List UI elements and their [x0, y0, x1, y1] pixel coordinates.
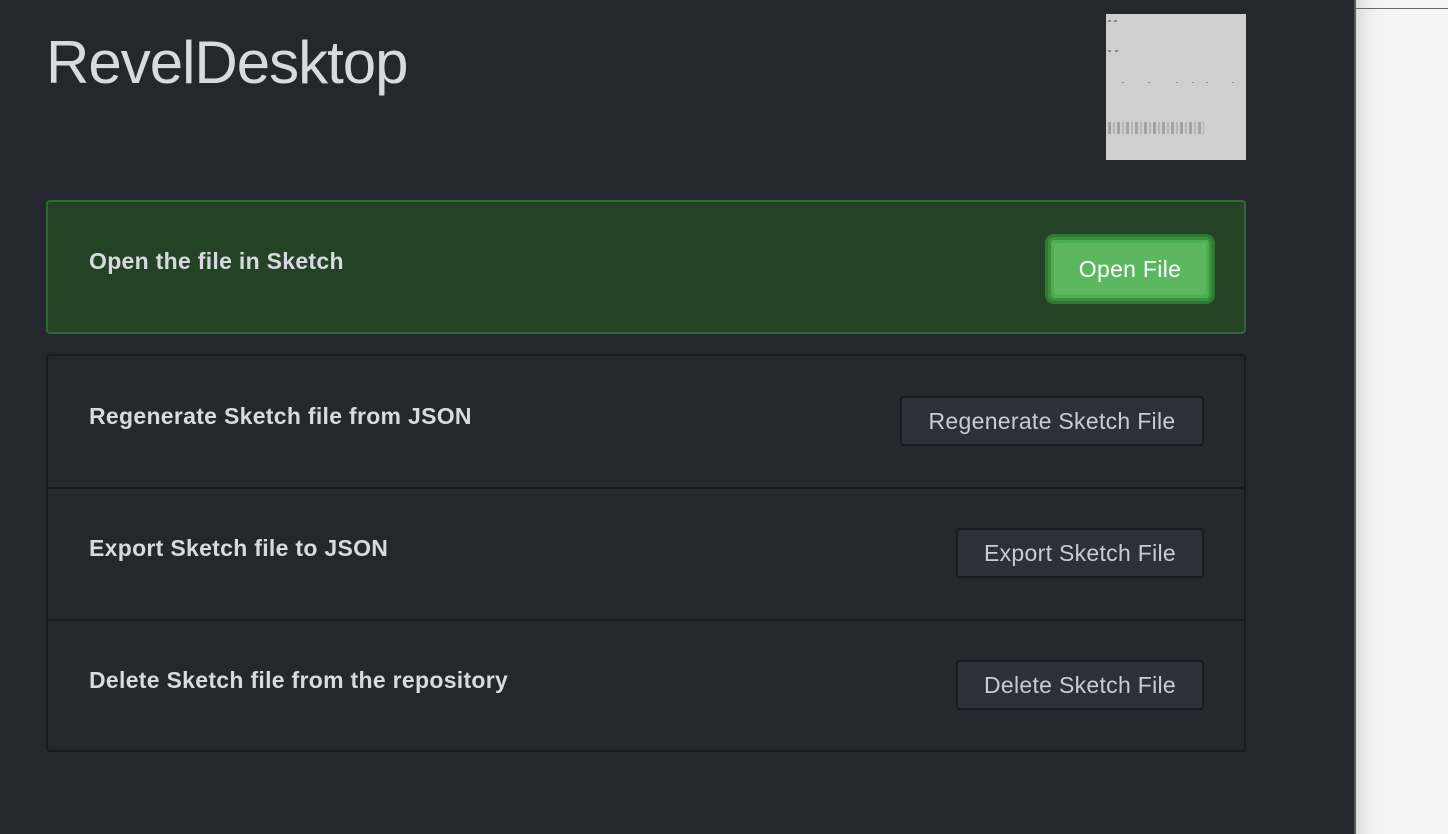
export-sketch-file-button[interactable]: Export Sketch File — [956, 528, 1204, 578]
open-file-panel: Open the file in Sketch Open File — [46, 200, 1246, 334]
regenerate-sketch-file-button[interactable]: Regenerate Sketch File — [900, 396, 1204, 446]
app-title: RevelDesktop — [46, 29, 409, 96]
side-panel-edge — [1354, 0, 1448, 834]
open-file-label: Open the file in Sketch — [89, 248, 344, 274]
regenerate-label: Regenerate Sketch file from JSON — [89, 403, 472, 429]
open-file-button-label: Open File — [1054, 243, 1206, 295]
list-item-regenerate: Regenerate Sketch file from JSON Regener… — [48, 356, 1244, 488]
open-file-button[interactable]: Open File — [1048, 237, 1212, 301]
sketch-preview-thumbnail — [1106, 14, 1246, 160]
main-window: RevelDesktop Open the file in Sketch Ope… — [0, 0, 1354, 834]
export-label: Export Sketch file to JSON — [89, 535, 389, 561]
list-item-delete: Delete Sketch file from the repository D… — [48, 619, 1244, 751]
sketch-actions-list: Regenerate Sketch file from JSON Regener… — [46, 354, 1246, 752]
delete-sketch-file-button[interactable]: Delete Sketch File — [956, 660, 1204, 710]
delete-label: Delete Sketch file from the repository — [89, 667, 509, 693]
list-item-export: Export Sketch file to JSON Export Sketch… — [48, 487, 1244, 619]
